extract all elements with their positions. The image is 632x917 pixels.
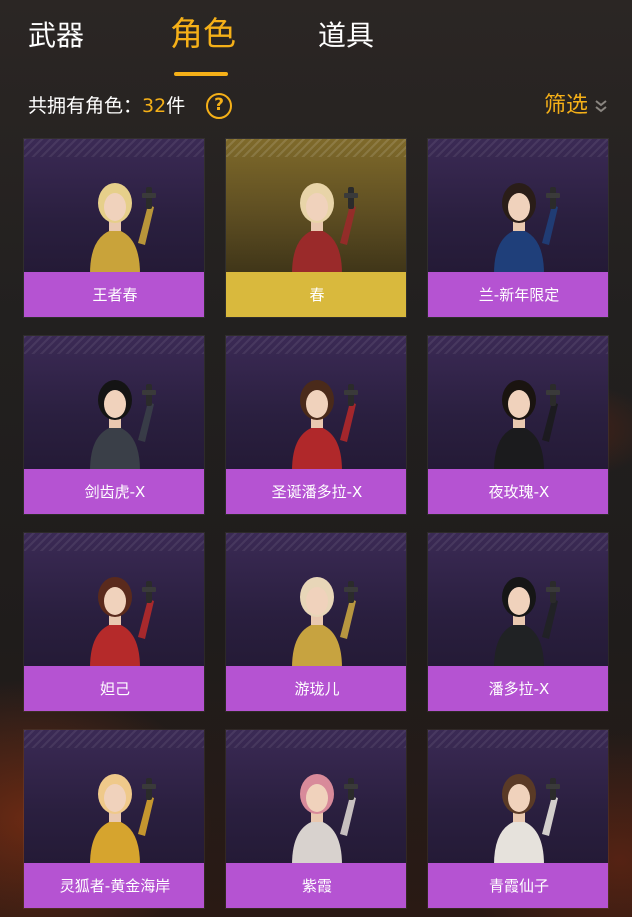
character-name: 圣诞潘多拉-X: [271, 483, 363, 501]
character-name: 兰-新年限定: [478, 286, 560, 304]
character-figure-icon: [292, 774, 358, 865]
character-card[interactable]: 剑齿虎-X: [23, 335, 205, 515]
tab-characters[interactable]: 角色: [170, 14, 236, 54]
character-portrait: [226, 336, 406, 471]
count-number: 32: [142, 95, 167, 117]
category-tabs: 武器 角色 道具: [0, 0, 632, 80]
character-name-bar: 游珑儿: [226, 666, 406, 711]
active-tab-indicator: [174, 72, 228, 76]
character-name: 游珑儿: [294, 680, 340, 698]
character-name: 妲己: [99, 680, 130, 698]
character-portrait: [428, 336, 608, 471]
character-portrait: [226, 533, 406, 668]
filter-label: 筛选: [543, 93, 588, 118]
character-card[interactable]: 游珑儿: [225, 532, 407, 712]
character-name-bar: 妲己: [24, 666, 204, 711]
character-name-bar: 春: [226, 272, 406, 317]
character-name: 紫霞: [301, 877, 332, 895]
character-portrait: [24, 533, 204, 668]
character-count: 共拥有角色：32件: [28, 92, 185, 120]
character-name-bar: 兰-新年限定: [428, 272, 608, 317]
character-name-bar: 夜玫瑰-X: [428, 469, 608, 514]
character-card[interactable]: 王者春: [23, 138, 205, 318]
character-figure-icon: [494, 183, 560, 274]
character-name-bar: 圣诞潘多拉-X: [226, 469, 406, 514]
character-figure-icon: [90, 577, 156, 668]
character-figure-icon: [494, 380, 560, 471]
character-name-bar: 王者春: [24, 272, 204, 317]
character-card[interactable]: 圣诞潘多拉-X: [225, 335, 407, 515]
character-portrait: [428, 730, 608, 865]
character-name: 王者春: [92, 286, 138, 304]
summary-row: 共拥有角色：32件 ? 筛选: [28, 90, 608, 124]
character-portrait: [24, 730, 204, 865]
character-portrait: [24, 139, 204, 274]
character-card[interactable]: 兰-新年限定: [427, 138, 609, 318]
character-figure-icon: [494, 774, 560, 865]
character-name: 夜玫瑰-X: [488, 483, 550, 501]
character-name: 潘多拉-X: [488, 680, 550, 698]
character-card[interactable]: 妲己: [23, 532, 205, 712]
character-card[interactable]: 青霞仙子: [427, 729, 609, 909]
character-card[interactable]: 紫霞: [225, 729, 407, 909]
character-name: 青霞仙子: [488, 877, 549, 895]
count-prefix: 共拥有角色：: [28, 95, 143, 117]
character-name: 剑齿虎-X: [84, 483, 146, 501]
character-figure-icon: [90, 774, 156, 865]
character-portrait: [226, 730, 406, 865]
character-portrait: [428, 139, 608, 274]
character-figure-icon: [90, 380, 156, 471]
tab-items[interactable]: 道具: [318, 16, 374, 56]
character-portrait: [428, 533, 608, 668]
character-card[interactable]: 灵狐者-黄金海岸: [23, 729, 205, 909]
character-figure-icon: [292, 380, 358, 471]
character-name-bar: 灵狐者-黄金海岸: [24, 863, 204, 908]
character-figure-icon: [292, 577, 358, 668]
character-grid: 王者春 春 兰-新年限定剑齿虎-X 圣诞潘多拉-X 夜玫瑰-X 妲己 游珑儿 潘多拉-X 灵狐者…: [23, 138, 609, 909]
character-card[interactable]: 夜玫瑰-X: [427, 335, 609, 515]
character-name-bar: 剑齿虎-X: [24, 469, 204, 514]
character-name-bar: 紫霞: [226, 863, 406, 908]
character-card[interactable]: 潘多拉-X: [427, 532, 609, 712]
character-name: 灵狐者-黄金海岸: [59, 877, 171, 895]
character-portrait: [226, 139, 406, 274]
character-portrait: [24, 336, 204, 471]
question-circle-icon[interactable]: ?: [206, 93, 232, 119]
character-figure-icon: [494, 577, 560, 668]
character-figure-icon: [292, 183, 358, 274]
filter-button[interactable]: 筛选: [544, 90, 608, 122]
character-name: 春: [309, 286, 325, 304]
character-name-bar: 青霞仙子: [428, 863, 608, 908]
character-figure-icon: [90, 183, 156, 274]
character-card[interactable]: 春: [225, 138, 407, 318]
tab-weapons[interactable]: 武器: [28, 16, 84, 56]
count-suffix: 件: [166, 95, 186, 117]
double-chevron-down-icon: [595, 100, 607, 113]
character-name-bar: 潘多拉-X: [428, 666, 608, 711]
